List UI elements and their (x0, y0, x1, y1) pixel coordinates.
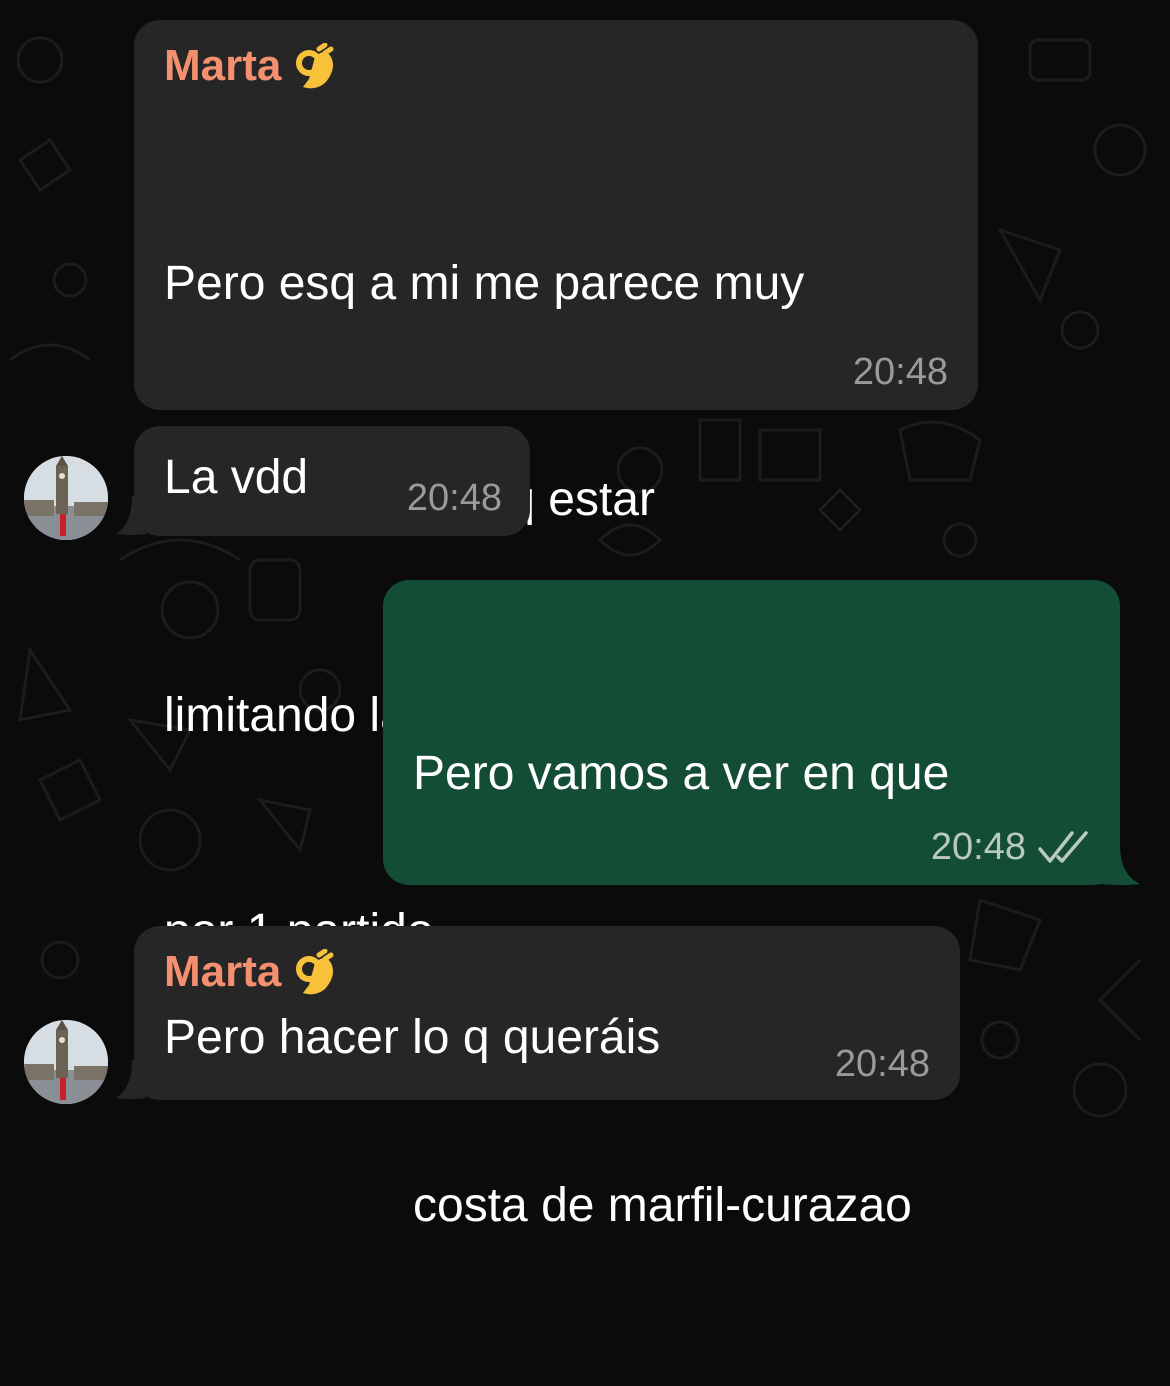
message-text: La vdd (164, 451, 309, 504)
sender-avatar[interactable] (24, 1020, 108, 1104)
message-line: costa de marfil-curazao (413, 1179, 912, 1232)
message-text: Pero hacer lo q queráis (164, 1011, 661, 1064)
sender-avatar[interactable] (24, 456, 108, 540)
read-double-check-icon (1038, 831, 1088, 863)
message-line: Pero esq a mi me parece muy (164, 257, 805, 310)
message-timestamp: 20:48 (406, 477, 502, 519)
message-timestamp: 20:48 (834, 1043, 930, 1085)
sender-name: Marta (164, 40, 948, 92)
big-ben-photo-icon (24, 1020, 108, 1104)
sender-name-text: Marta (164, 41, 282, 90)
incoming-message-bubble[interactable]: La vdd 20:48 (134, 426, 530, 536)
message-line: Pero vamos a ver en que (413, 747, 950, 800)
outgoing-message-bubble[interactable]: Pero vamos a ver en que cabeza cabe perd… (383, 580, 1120, 1232)
incoming-message-bubble[interactable]: Marta Pero hacer lo q queráis 20:48 (134, 926, 960, 1100)
ok-hand-emoji-icon (296, 949, 334, 995)
incoming-message-bubble[interactable]: Marta Pero esq a mi me parece muy feo q … (134, 20, 978, 958)
message-timestamp: 20:48 (930, 826, 1026, 868)
ok-hand-emoji-icon (296, 43, 334, 89)
sender-name-text: Marta (164, 947, 282, 996)
sender-name: Marta (164, 946, 930, 998)
big-ben-photo-icon (24, 456, 108, 540)
message-timestamp: 20:48 (852, 351, 948, 393)
